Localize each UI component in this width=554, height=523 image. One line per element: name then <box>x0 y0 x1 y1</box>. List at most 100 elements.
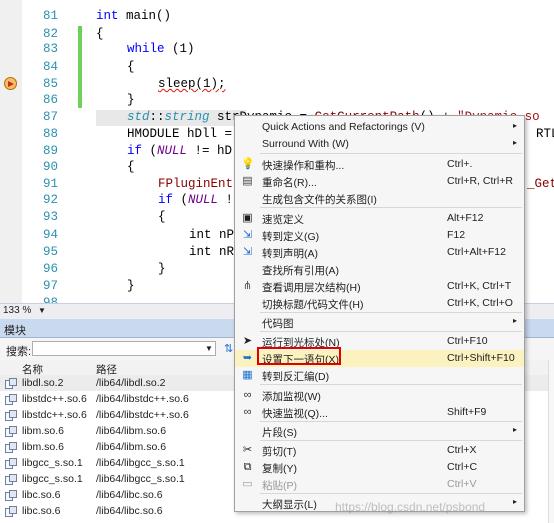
line-number: 88 <box>42 127 58 141</box>
menu-item[interactable]: ✂ 剪切(T) Ctrl+X <box>235 442 524 459</box>
menu-item[interactable]: 代码图 ▸ <box>235 314 524 331</box>
code-line-82[interactable]: { <box>96 27 104 41</box>
line-number: 98 <box>42 296 58 303</box>
context-menu: Quick Actions and Refactorings (V) ▸ Surro… <box>234 115 525 512</box>
code-line-93[interactable]: { <box>158 210 166 224</box>
menu-item-shortcut: Ctrl+F10 <box>447 335 488 347</box>
menu-item[interactable]: 💡 快速操作和重构... Ctrl+. <box>235 156 524 173</box>
code-line-84[interactable]: { <box>127 60 135 74</box>
paste-icon: ▭ <box>242 478 253 490</box>
menu-item-label: 粘贴(P) <box>262 480 297 492</box>
line-number: 82 <box>42 27 58 41</box>
line-number: 89 <box>42 144 58 158</box>
search-input[interactable] <box>32 341 216 356</box>
menu-item[interactable]: Surround With (W) ▸ <box>235 136 524 153</box>
menu-item-shortcut: Shift+F9 <box>447 406 487 418</box>
module-path: /lib64/libdl.so.2 <box>96 377 166 389</box>
module-name: libm.so.6 <box>22 441 65 453</box>
disassembly-icon: ▦ <box>242 369 253 381</box>
menu-item-shortcut: Ctrl+C <box>447 461 478 473</box>
menu-separator <box>260 153 522 154</box>
search-dropdown-icon[interactable]: ▼ <box>205 344 213 353</box>
menu-item-label: 转到声明(A) <box>262 248 318 260</box>
menu-item[interactable]: ⇲ 转到定义(G) F12 <box>235 227 524 244</box>
line-number: 81 <box>42 9 58 23</box>
add-watch-icon: ∞ <box>243 389 252 401</box>
submenu-arrow-icon: ▸ <box>513 497 518 506</box>
peek-definition-icon: ▣ <box>242 212 253 224</box>
module-icon <box>5 426 17 437</box>
menu-item-label: 生成包含文件的关系图(I) <box>262 194 377 206</box>
code-line-88[interactable]: HMODULE hDll = <box>127 127 240 141</box>
menu-item-label: 大纲显示(L) <box>262 499 317 511</box>
menu-item[interactable]: 生成包含文件的关系图(I) <box>235 190 524 207</box>
menu-separator <box>260 312 522 313</box>
menu-item[interactable]: ⋔ 查看调用层次结构(H) Ctrl+K, Ctrl+T <box>235 278 524 295</box>
menu-item[interactable]: ∞ 快速监视(Q)... Shift+F9 <box>235 404 524 421</box>
menu-separator <box>260 493 522 494</box>
module-name: libc.so.6 <box>22 489 61 501</box>
menu-item[interactable]: Quick Actions and Refactorings (V) ▸ <box>235 119 524 136</box>
call-hierarchy-icon: ⋔ <box>242 280 253 292</box>
menu-separator <box>260 384 522 385</box>
menu-item[interactable]: 查找所有引用(A) <box>235 261 524 278</box>
module-icon <box>5 458 17 469</box>
menu-item-shortcut: F12 <box>447 229 466 241</box>
cut-icon: ✂ <box>242 444 253 456</box>
code-line-85[interactable]: sleep(1); <box>158 77 226 91</box>
lightbulb-icon: 💡 <box>241 158 255 170</box>
highlight-annotation-box <box>257 347 341 365</box>
menu-item[interactable]: ▦ 转到反汇编(D) <box>235 367 524 384</box>
menu-item-label: 查找所有引用(A) <box>262 265 339 277</box>
line-number: 92 <box>42 193 58 207</box>
breakpoint-current-statement-icon[interactable] <box>4 77 17 90</box>
set-next-statement-icon: ➥ <box>242 352 253 364</box>
zoom-level[interactable]: 133 % <box>3 305 31 316</box>
menu-item-label: 代码图 <box>262 318 294 330</box>
menu-item[interactable]: ⧉ 复制(Y) Ctrl+C <box>235 459 524 476</box>
menu-item[interactable]: ▣ 速览定义 Alt+F12 <box>235 210 524 227</box>
module-name: libdl.so.2 <box>22 377 64 389</box>
menu-separator <box>260 331 522 332</box>
scroll-edge <box>548 360 554 523</box>
module-icon <box>5 394 17 405</box>
line-number: 96 <box>42 262 58 276</box>
menu-item-shortcut: Ctrl+V <box>447 478 477 490</box>
code-line-88-tail: RTL <box>536 127 554 141</box>
code-line-91-tail: _Get <box>527 177 554 191</box>
module-name: libstdc++.so.6 <box>22 393 87 405</box>
menu-item-label: 切换标题/代码文件(H) <box>262 299 364 311</box>
line-number: 85 <box>42 77 58 91</box>
code-line-92[interactable]: if (NULL ! <box>158 193 233 207</box>
search-label: 搜索: <box>6 346 32 358</box>
panel-title: 模块 <box>4 325 26 337</box>
line-number: 94 <box>42 228 58 242</box>
code-line-94[interactable]: int nP <box>189 228 234 242</box>
code-line-89[interactable]: if (NULL != hD <box>127 144 232 158</box>
code-line-90[interactable]: { <box>127 160 135 174</box>
menu-item[interactable]: ▭ 粘贴(P) Ctrl+V <box>235 476 524 493</box>
indicator-margin[interactable] <box>0 0 22 303</box>
code-line-96[interactable]: } <box>158 262 166 276</box>
code-line-97[interactable]: } <box>127 279 135 293</box>
menu-item[interactable]: ∞ 添加监视(W) <box>235 387 524 404</box>
code-line-95[interactable]: int nR <box>189 245 234 259</box>
code-line-81[interactable]: int main() <box>96 9 171 23</box>
menu-item[interactable]: 切换标题/代码文件(H) Ctrl+K, Ctrl+O <box>235 295 524 312</box>
module-icon <box>5 506 17 517</box>
menu-item[interactable]: ▤ 重命名(R)... Ctrl+R, Ctrl+R <box>235 173 524 190</box>
module-path: /lib64/libc.so.6 <box>96 489 163 501</box>
code-line-83[interactable]: while (1) <box>127 42 195 56</box>
code-line-91[interactable]: FPluginEnt <box>158 177 233 191</box>
line-number: 93 <box>42 210 58 224</box>
watermark: https://blog.csdn.net/psbond <box>335 500 486 514</box>
module-name: libstdc++.so.6 <box>22 409 87 421</box>
zoom-dropdown-icon[interactable]: ▼ <box>38 306 46 315</box>
code-line-86[interactable]: } <box>127 93 135 107</box>
module-path: /lib64/libgcc_s.so.1 <box>96 457 185 469</box>
menu-item[interactable]: ⇲ 转到声明(A) Ctrl+Alt+F12 <box>235 244 524 261</box>
line-number: 95 <box>42 245 58 259</box>
menu-item-shortcut: Ctrl+K, Ctrl+O <box>447 297 513 309</box>
menu-item[interactable]: 片段(S) ▸ <box>235 423 524 440</box>
line-number: 84 <box>42 60 58 74</box>
